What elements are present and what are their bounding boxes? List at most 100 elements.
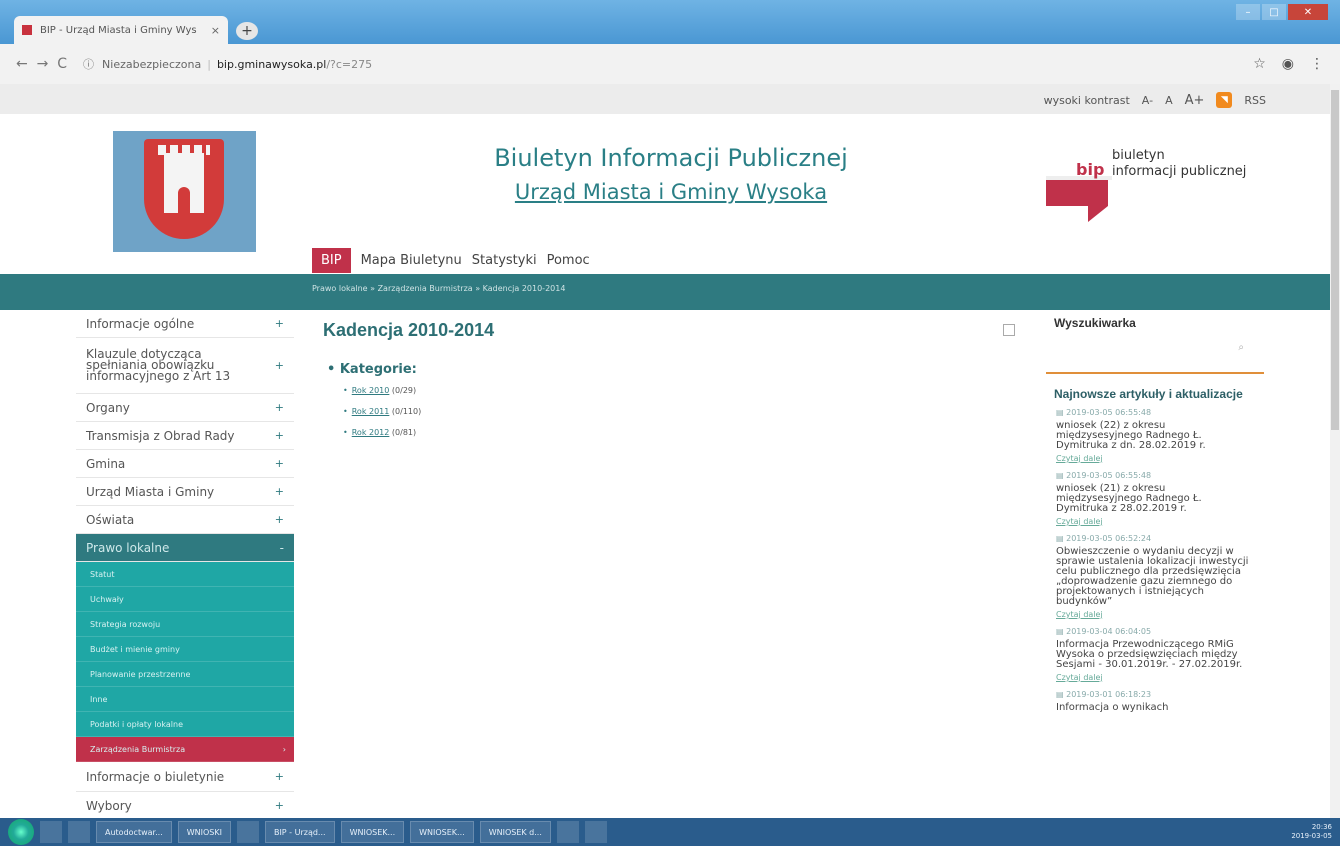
page-title: Biuletyn Informacji Publicznej bbox=[494, 144, 848, 172]
news-date: ▤ 2019-03-05 06:55:48 bbox=[1056, 408, 1152, 417]
clock-date: 2019-03-05 bbox=[1291, 832, 1332, 840]
submenu-item[interactable]: Inne bbox=[76, 687, 294, 712]
taskbar-item[interactable]: Autodoctwar... bbox=[96, 821, 172, 843]
taskbar-app-icon[interactable] bbox=[68, 821, 90, 843]
tab-close-button[interactable]: × bbox=[211, 24, 220, 37]
sidebar-item-local-law[interactable]: Prawo lokalne - bbox=[76, 534, 294, 562]
sidebar-item-label: Informacje ogólne bbox=[86, 316, 195, 331]
taskbar-app-icon[interactable] bbox=[236, 821, 259, 843]
news-item: ▤ 2019-03-05 06:55:48 wniosek (21) z okr… bbox=[1056, 471, 1252, 526]
category-link[interactable]: Rok 2011 bbox=[352, 407, 390, 416]
search-icon[interactable]: ⌕ bbox=[1238, 342, 1244, 353]
sidebar-item-organs[interactable]: Organy + bbox=[76, 394, 294, 422]
back-forward-reload-icons[interactable]: ← → C bbox=[16, 56, 67, 72]
rss-icon[interactable]: ◥ bbox=[1216, 92, 1233, 108]
news-date: ▤ 2019-03-01 06:18:23 bbox=[1056, 690, 1152, 699]
taskbar-item[interactable]: WNIOSEK... bbox=[410, 821, 474, 843]
submenu-item[interactable]: Podatki i opłaty lokalne bbox=[76, 712, 294, 737]
news-text[interactable]: Obwieszczenie o wydaniu decyzji w sprawi… bbox=[1056, 547, 1252, 607]
expand-icon[interactable]: + bbox=[275, 485, 284, 498]
maximize-icon[interactable]: □ bbox=[1262, 4, 1286, 20]
sidebar-item-education[interactable]: Oświata + bbox=[76, 506, 294, 534]
expand-icon[interactable]: + bbox=[275, 513, 284, 526]
category-count: (0/110) bbox=[391, 407, 422, 416]
security-indicator[interactable]: Niezabezpieczona bbox=[102, 58, 201, 71]
url-path[interactable]: /?c=275 bbox=[326, 58, 372, 71]
info-icon[interactable]: ⓘ bbox=[83, 56, 94, 72]
submenu-item[interactable]: Budżet i mienie gminy bbox=[76, 637, 294, 662]
read-more-link[interactable]: Czytaj dalej bbox=[1056, 454, 1252, 463]
clock[interactable]: 20:36 2019-03-05 bbox=[1291, 823, 1332, 841]
address-bar[interactable]: ← → C ⓘ Niezabezpieczona | bip.gminawyso… bbox=[0, 44, 1340, 84]
news-text[interactable]: wniosek (22) z okresu międzysesyjnego Ra… bbox=[1056, 421, 1252, 451]
expand-icon[interactable]: + bbox=[275, 401, 284, 414]
office-link[interactable]: Urząd Miasta i Gminy Wysoka bbox=[440, 180, 902, 204]
news-text[interactable]: Informacja Przewodniczącego RMiG Wysoka … bbox=[1056, 640, 1252, 670]
expand-icon[interactable]: + bbox=[275, 360, 284, 371]
submenu-item[interactable]: Strategia rozwoju bbox=[76, 612, 294, 637]
sidebar-item-elections[interactable]: Wybory + bbox=[76, 792, 294, 818]
star-icon[interactable]: ☆ bbox=[1253, 56, 1266, 72]
expand-icon[interactable]: + bbox=[275, 457, 284, 470]
taskbar-item[interactable]: BIP - Urząd... bbox=[264, 821, 335, 843]
category-link[interactable]: Rok 2010 bbox=[352, 386, 390, 395]
rss-link[interactable]: RSS bbox=[1244, 94, 1266, 107]
start-button[interactable] bbox=[8, 819, 34, 845]
sidebar-item-municipality[interactable]: Gmina + bbox=[76, 450, 294, 478]
sidebar-item-office[interactable]: Urząd Miasta i Gminy + bbox=[76, 478, 294, 506]
sidebar-item-general[interactable]: Informacje ogólne + bbox=[76, 310, 294, 338]
breadcrumb[interactable]: Prawo lokalne » Zarządzenia Burmistrza »… bbox=[312, 284, 565, 293]
browser-window: BIP - Urząd Miasta i Gminy Wys × + – □ ✕… bbox=[0, 0, 1340, 846]
submenu-item[interactable]: Uchwały bbox=[76, 587, 294, 612]
read-more-link[interactable]: Czytaj dalej bbox=[1056, 673, 1252, 682]
font-large-link[interactable]: A+ bbox=[1185, 93, 1205, 108]
collapse-icon[interactable]: - bbox=[280, 541, 284, 555]
excel-icon[interactable] bbox=[556, 821, 579, 843]
browser-tab[interactable]: BIP - Urząd Miasta i Gminy Wys × bbox=[14, 16, 228, 44]
search-title: Wyszukiwarka bbox=[1054, 316, 1136, 330]
scrollbar-thumb[interactable] bbox=[1331, 90, 1339, 430]
breadcrumb-band: Prawo lokalne » Zarządzenia Burmistrza »… bbox=[0, 274, 1330, 310]
internet-explorer-icon[interactable] bbox=[584, 821, 607, 843]
submenu-item-current[interactable]: Zarządzenia Burmistrza › bbox=[76, 737, 294, 762]
close-window-icon[interactable]: ✕ bbox=[1288, 4, 1328, 20]
page-scrollbar[interactable] bbox=[1330, 84, 1340, 818]
nav-stats[interactable]: Statystyki bbox=[472, 253, 537, 268]
sidebar-item-about[interactable]: Informacje o biuletynie + bbox=[76, 762, 294, 792]
read-more-link[interactable]: Czytaj dalej bbox=[1056, 517, 1252, 526]
nav-help[interactable]: Pomoc bbox=[547, 253, 590, 268]
sidebar-item-label: Prawo lokalne bbox=[86, 540, 170, 555]
nav-map[interactable]: Mapa Biuletynu bbox=[361, 253, 462, 268]
coat-of-arms-logo[interactable] bbox=[113, 131, 256, 252]
window-controls: – □ ✕ bbox=[1236, 4, 1328, 20]
print-icon[interactable] bbox=[1003, 324, 1015, 336]
expand-icon[interactable]: + bbox=[275, 770, 284, 783]
nav-bip[interactable]: BIP bbox=[312, 248, 351, 273]
chevron-right-icon: › bbox=[282, 744, 286, 754]
minimize-icon[interactable]: – bbox=[1236, 4, 1260, 20]
taskbar-item[interactable]: WNIOSKI bbox=[177, 821, 231, 843]
new-tab-button[interactable]: + bbox=[236, 22, 258, 40]
news-text[interactable]: wniosek (21) z okresu międzysesyjnego Ra… bbox=[1056, 484, 1252, 514]
sidebar-item-clauses[interactable]: Klauzule dotycząca spełniania obowiązku … bbox=[76, 338, 294, 394]
taskbar-app-icon[interactable] bbox=[40, 821, 62, 843]
category-count: (0/29) bbox=[391, 386, 417, 395]
category-link[interactable]: Rok 2012 bbox=[352, 428, 390, 437]
read-more-link[interactable]: Czytaj dalej bbox=[1056, 610, 1252, 619]
news-text[interactable]: Informacja o wynikach bbox=[1056, 703, 1252, 713]
bip-logo[interactable]: bip biuletyn informacji publicznej bbox=[1046, 148, 1266, 230]
expand-icon[interactable]: + bbox=[275, 317, 284, 330]
taskbar-item[interactable]: WNIOSEK d... bbox=[479, 821, 551, 843]
url-host[interactable]: bip.gminawysoka.pl bbox=[217, 58, 326, 71]
sidebar-item-broadcast[interactable]: Transmisja z Obrad Rady + bbox=[76, 422, 294, 450]
expand-icon[interactable]: + bbox=[275, 799, 284, 812]
font-normal-link[interactable]: A bbox=[1165, 94, 1173, 107]
submenu-item[interactable]: Planowanie przestrzenne bbox=[76, 662, 294, 687]
font-small-link[interactable]: A- bbox=[1142, 94, 1153, 107]
expand-icon[interactable]: + bbox=[275, 429, 284, 442]
menu-icon[interactable]: ⋮ bbox=[1310, 56, 1324, 72]
account-icon[interactable]: ◉ bbox=[1282, 56, 1294, 72]
submenu-item[interactable]: Statut bbox=[76, 562, 294, 587]
taskbar-item[interactable]: WNIOSEK... bbox=[340, 821, 405, 843]
contrast-link[interactable]: wysoki kontrast bbox=[1044, 94, 1130, 107]
